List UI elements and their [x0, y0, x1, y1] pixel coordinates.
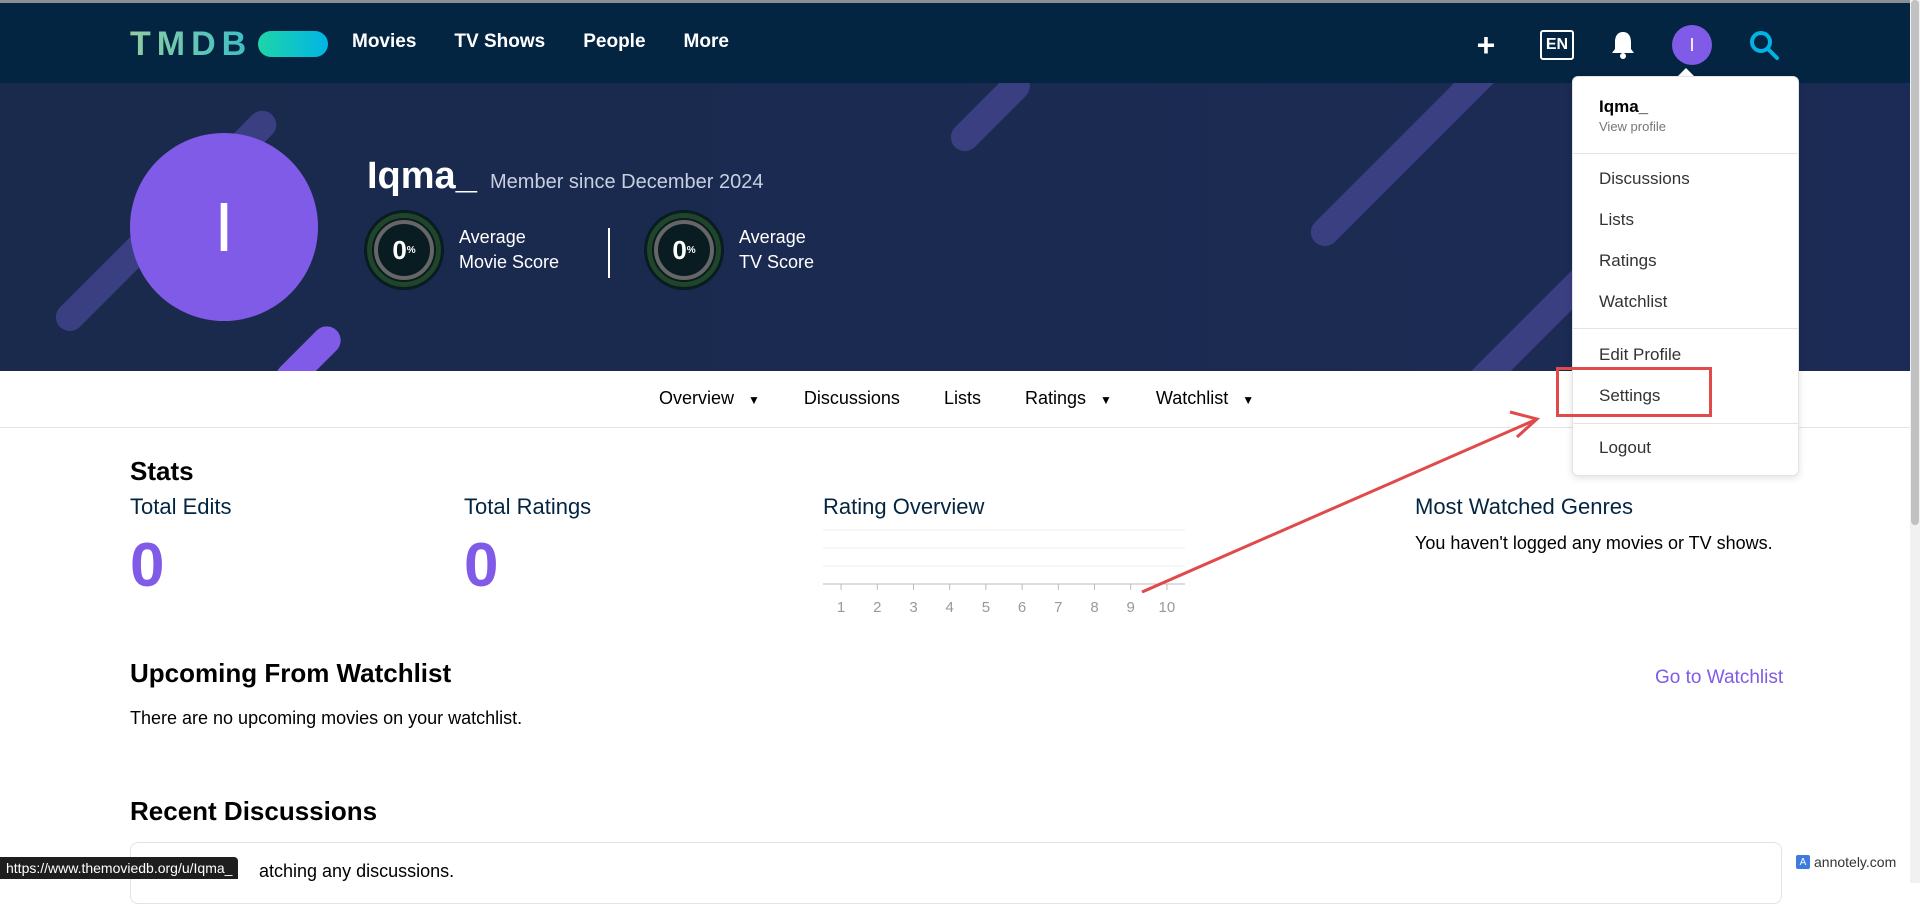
dropdown-ratings[interactable]: Ratings	[1599, 251, 1657, 271]
settings-highlight-box	[1556, 367, 1712, 417]
dropdown-discussions[interactable]: Discussions	[1599, 169, 1690, 189]
dropdown-watchlist[interactable]: Watchlist	[1599, 292, 1667, 312]
dropdown-logout[interactable]: Logout	[1599, 438, 1651, 458]
dropdown-lists[interactable]: Lists	[1599, 210, 1634, 230]
status-bar-url: https://www.themoviedb.org/u/Iqma_	[0, 857, 239, 879]
dropdown-username[interactable]: Iqma_	[1599, 97, 1648, 117]
dropdown-divider	[1573, 328, 1798, 329]
dropdown-edit-profile[interactable]: Edit Profile	[1599, 345, 1681, 365]
annotely-logo-icon: A	[1796, 855, 1810, 869]
scrollbar-thumb[interactable]	[1911, 0, 1919, 525]
watermark-text: annotely.com	[1814, 854, 1897, 870]
dropdown-divider	[1573, 153, 1798, 154]
view-profile-link[interactable]: View profile	[1599, 119, 1666, 134]
annotely-watermark: A annotely.com	[1796, 854, 1896, 870]
dropdown-divider	[1573, 423, 1798, 424]
